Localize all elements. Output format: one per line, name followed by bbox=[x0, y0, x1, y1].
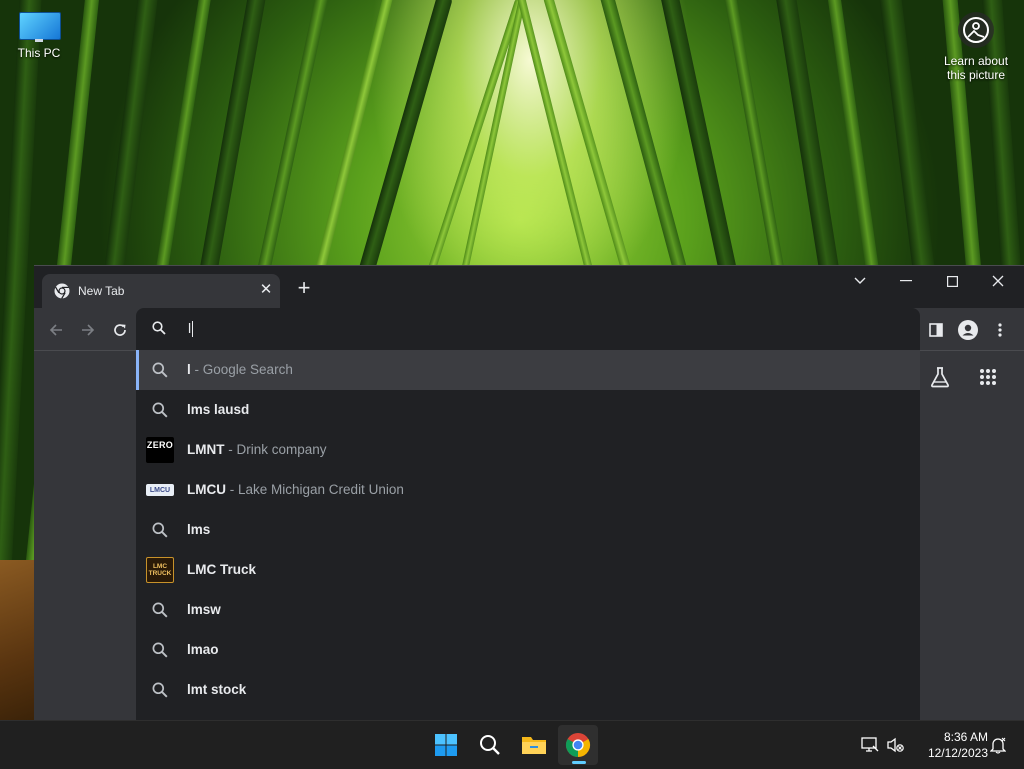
arrow-right-icon bbox=[82, 324, 95, 336]
chrome-labs-button[interactable] bbox=[928, 365, 952, 389]
lmc-truck-logo-icon: LMC TRUCK bbox=[146, 557, 174, 583]
computer-icon bbox=[19, 12, 61, 42]
logo-text: LMCU bbox=[149, 486, 171, 494]
chrome-favicon-icon bbox=[54, 283, 70, 299]
text-caret bbox=[192, 321, 194, 338]
suggestion-description: Lake Michigan Credit Union bbox=[238, 482, 404, 497]
selection-accent bbox=[136, 350, 139, 390]
more-vert-icon bbox=[998, 323, 1002, 337]
windows-logo-icon bbox=[435, 734, 457, 756]
suggestion-row[interactable]: lms lausd bbox=[136, 390, 920, 430]
apps-grid-icon bbox=[980, 369, 996, 385]
volume-muted-icon[interactable] bbox=[885, 735, 905, 755]
chrome-window: New Tab ✕ + l l - Google Search lms laus… bbox=[34, 265, 1024, 721]
search-icon bbox=[152, 642, 168, 658]
notification-bell-icon[interactable] bbox=[988, 735, 1008, 755]
suggestion-row[interactable]: lms bbox=[136, 510, 920, 550]
tab-title: New Tab bbox=[78, 284, 125, 298]
tab-new-tab[interactable]: New Tab ✕ bbox=[42, 274, 280, 308]
learn-about-picture-icon[interactable]: Learn about this picture bbox=[938, 12, 1014, 82]
clock-time: 8:36 AM bbox=[943, 730, 988, 744]
system-clock[interactable]: 8:36 AM 12/12/2023 bbox=[912, 729, 988, 761]
suggestion-row[interactable]: LMC TRUCK LMC Truck bbox=[136, 550, 920, 590]
suggestion-text: LMCU bbox=[187, 482, 226, 497]
tab-search-button[interactable] bbox=[837, 266, 883, 296]
chrome-taskbar-button[interactable] bbox=[558, 725, 598, 765]
spotlight-icon bbox=[958, 12, 994, 48]
maximize-button[interactable] bbox=[929, 266, 975, 296]
suggestion-separator: - bbox=[224, 442, 237, 457]
omnibox-value: l bbox=[188, 320, 192, 336]
taskbar: 8:36 AM 12/12/2023 bbox=[0, 720, 1024, 769]
close-icon bbox=[992, 275, 1004, 287]
side-panel-icon bbox=[929, 323, 943, 337]
suggestion-text: lms bbox=[187, 522, 211, 537]
learn-label-line1: Learn about bbox=[943, 54, 1009, 68]
chrome-icon bbox=[565, 733, 591, 757]
suggestion-separator: - bbox=[190, 362, 203, 377]
suggestion-text: lmsw bbox=[187, 602, 221, 617]
learn-label-line2: this picture bbox=[946, 68, 1006, 82]
clock-date: 12/12/2023 bbox=[927, 746, 988, 760]
forward-button[interactable] bbox=[78, 320, 98, 340]
suggestion-text: lms lausd bbox=[187, 402, 250, 417]
flask-icon bbox=[931, 367, 949, 388]
back-button[interactable] bbox=[46, 320, 66, 340]
lmcu-logo-icon: LMCU bbox=[146, 484, 174, 496]
zero-logo-icon: ZERO bbox=[146, 437, 174, 463]
google-apps-button[interactable] bbox=[976, 365, 1000, 389]
omnibox-input[interactable]: l bbox=[188, 320, 194, 338]
maximize-icon bbox=[946, 275, 958, 287]
suggestion-separator: - bbox=[226, 482, 238, 497]
search-icon bbox=[152, 321, 166, 335]
minimize-button[interactable] bbox=[883, 266, 929, 296]
avatar-icon bbox=[958, 320, 978, 340]
minimize-icon bbox=[900, 280, 912, 282]
suggestion-row[interactable]: LMCU LMCU - Lake Michigan Credit Union bbox=[136, 470, 920, 510]
close-tab-icon[interactable]: ✕ bbox=[258, 282, 274, 298]
reload-button[interactable] bbox=[110, 320, 130, 340]
logo-text: ZERO bbox=[146, 440, 174, 450]
suggestion-description: Google Search bbox=[202, 362, 293, 377]
suggestion-row[interactable]: lmsw bbox=[136, 590, 920, 630]
reload-icon bbox=[114, 324, 126, 336]
profile-button[interactable] bbox=[958, 320, 978, 340]
suggestion-row[interactable]: lmao bbox=[136, 630, 920, 670]
folder-icon bbox=[522, 737, 546, 754]
arrow-left-icon bbox=[49, 324, 62, 336]
suggestion-row[interactable]: l - Google Search bbox=[136, 350, 920, 390]
file-explorer-button[interactable] bbox=[514, 725, 554, 765]
suggestion-description: Drink company bbox=[236, 442, 327, 457]
search-icon bbox=[152, 362, 168, 378]
search-icon bbox=[152, 402, 168, 418]
suggestion-text: LMNT bbox=[187, 442, 225, 457]
suggestion-row[interactable]: lmt stock bbox=[136, 670, 920, 710]
start-button[interactable] bbox=[426, 725, 466, 765]
suggestion-text: LMC Truck bbox=[187, 562, 257, 577]
this-pc-label: This PC bbox=[17, 46, 61, 60]
title-bar: New Tab ✕ + bbox=[34, 266, 1024, 308]
menu-button[interactable] bbox=[990, 320, 1010, 340]
search-icon bbox=[480, 735, 500, 755]
side-panel-button[interactable] bbox=[926, 320, 946, 340]
suggestion-text: lmt stock bbox=[187, 682, 247, 697]
search-icon bbox=[152, 602, 168, 618]
suggestion-row[interactable]: ZERO LMNT - Drink company bbox=[136, 430, 920, 470]
suggestion-text: lmao bbox=[187, 642, 219, 657]
taskbar-search-button[interactable] bbox=[470, 725, 510, 765]
omnibox-suggestions: l - Google Search lms lausd ZERO LMNT - … bbox=[136, 350, 920, 721]
omnibox[interactable]: l bbox=[136, 308, 920, 350]
active-indicator bbox=[572, 761, 586, 764]
this-pc-desktop-icon[interactable]: This PC bbox=[10, 12, 68, 60]
logo-text: LMC TRUCK bbox=[148, 563, 172, 577]
search-icon bbox=[152, 522, 168, 538]
new-tab-button[interactable]: + bbox=[294, 277, 314, 299]
chevron-down-icon bbox=[854, 277, 866, 284]
network-icon[interactable] bbox=[860, 735, 880, 755]
search-icon bbox=[152, 682, 168, 698]
close-window-button[interactable] bbox=[975, 266, 1021, 296]
